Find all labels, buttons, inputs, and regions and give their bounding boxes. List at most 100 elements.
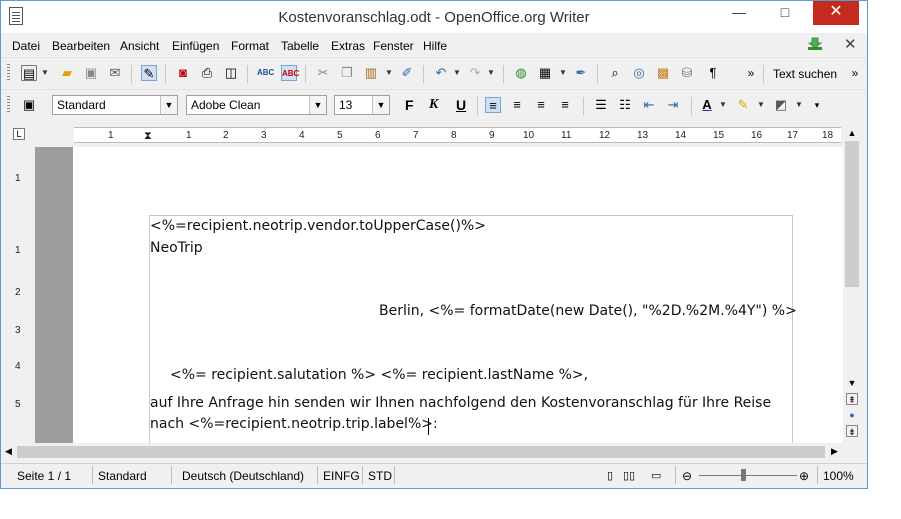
font-color-dropdown-icon[interactable]: ▼ bbox=[719, 97, 727, 113]
menu-extras[interactable]: Extras bbox=[331, 39, 365, 53]
vertical-ruler[interactable]: 1 1 2 3 4 5 bbox=[11, 147, 29, 443]
menu-format[interactable]: Format bbox=[231, 39, 269, 53]
doc-line-vendor-name[interactable]: NeoTrip bbox=[150, 240, 203, 256]
toolbar-overflow-icon[interactable]: » bbox=[743, 65, 759, 81]
close-document-icon[interactable]: ✕ bbox=[844, 35, 857, 53]
undo-dropdown-icon[interactable]: ▼ bbox=[453, 65, 461, 81]
paragraph-style-select[interactable]: Standard ▼ bbox=[52, 95, 178, 115]
previous-page-icon[interactable]: ⇞ bbox=[846, 393, 858, 405]
font-name-select[interactable]: Adobe Clean ▼ bbox=[186, 95, 327, 115]
bullets-icon[interactable]: ☷ bbox=[617, 97, 633, 113]
gallery-icon[interactable]: ▩ bbox=[655, 65, 671, 81]
scroll-right-icon[interactable]: ▶ bbox=[831, 446, 838, 457]
toolbar-grip[interactable] bbox=[7, 96, 10, 114]
print-icon[interactable]: ⎙ bbox=[199, 65, 215, 81]
formatting-marks-icon[interactable]: ¶ bbox=[705, 65, 721, 81]
highlight-icon[interactable]: ✎ bbox=[735, 97, 751, 113]
update-download-icon[interactable] bbox=[807, 37, 823, 51]
italic-button[interactable]: K bbox=[429, 97, 438, 113]
table-dropdown-icon[interactable]: ▼ bbox=[559, 65, 567, 81]
autospellcheck-icon[interactable]: ABC bbox=[281, 65, 299, 81]
increase-indent-icon[interactable]: ⇥ bbox=[665, 97, 681, 113]
highlight-dropdown-icon[interactable]: ▼ bbox=[757, 97, 765, 113]
ruler-indent-marker[interactable]: ⧗ bbox=[144, 130, 152, 143]
paste-icon[interactable]: ▥ bbox=[363, 65, 379, 81]
vertical-scrollbar[interactable]: ▲ ▼ ⇞ ● ⇟ bbox=[843, 123, 861, 443]
redo-dropdown-icon[interactable]: ▼ bbox=[487, 65, 495, 81]
font-color-icon[interactable]: A bbox=[699, 97, 715, 113]
next-page-icon[interactable]: ⇟ bbox=[846, 425, 858, 437]
zoom-level[interactable]: 100% bbox=[823, 469, 854, 483]
spellcheck-icon[interactable]: ABC bbox=[257, 65, 274, 81]
justify-icon[interactable]: ≡ bbox=[557, 97, 573, 113]
paste-dropdown-icon[interactable]: ▼ bbox=[385, 65, 393, 81]
doc-line-salutation[interactable]: <%= recipient.salutation %> <%= recipien… bbox=[170, 367, 588, 383]
horizontal-scroll-thumb[interactable] bbox=[17, 446, 825, 458]
menu-einfuegen[interactable]: Einfügen bbox=[172, 39, 219, 53]
numbering-icon[interactable]: ☰ bbox=[593, 97, 609, 113]
copy-icon[interactable]: ❐ bbox=[339, 65, 355, 81]
table-icon[interactable]: ▦ bbox=[537, 65, 553, 81]
doc-line-vendor-placeholder[interactable]: <%=recipient.neotrip.vendor.toUpperCase(… bbox=[150, 218, 486, 234]
undo-icon[interactable]: ↶ bbox=[433, 65, 449, 81]
email-icon[interactable]: ✉ bbox=[107, 65, 123, 81]
redo-icon[interactable]: ↷ bbox=[467, 65, 483, 81]
book-view-icon[interactable]: ▭ bbox=[651, 469, 661, 482]
open-folder-icon[interactable]: ▰ bbox=[59, 65, 75, 81]
doc-line-body[interactable]: auf Ihre Anfrage hin senden wir Ihnen na… bbox=[150, 395, 771, 411]
menu-tabelle[interactable]: Tabelle bbox=[281, 39, 319, 53]
minimize-button[interactable]: — bbox=[721, 1, 757, 25]
format-paintbrush-icon[interactable]: ✐ bbox=[399, 65, 415, 81]
background-color-dropdown-icon[interactable]: ▼ bbox=[795, 97, 803, 113]
toolbar-overflow-icon[interactable]: ▾ bbox=[809, 97, 825, 113]
bold-button[interactable]: F bbox=[405, 97, 414, 113]
insert-mode[interactable]: EINFG bbox=[323, 469, 360, 483]
chevron-down-icon[interactable]: ▼ bbox=[160, 96, 177, 114]
zoom-out-icon[interactable]: ⊖ bbox=[682, 469, 692, 483]
menu-hilfe[interactable]: Hilfe bbox=[423, 39, 447, 53]
menu-bearbeiten[interactable]: Bearbeiten bbox=[52, 39, 110, 53]
background-color-icon[interactable]: ◩ bbox=[773, 97, 789, 113]
save-icon[interactable]: ▣ bbox=[83, 65, 99, 81]
menu-fenster[interactable]: Fenster bbox=[373, 39, 414, 53]
cut-icon[interactable]: ✂ bbox=[315, 65, 331, 81]
language-indicator[interactable]: Deutsch (Deutschland) bbox=[182, 469, 304, 483]
align-left-icon[interactable]: ≡ bbox=[485, 97, 501, 113]
styles-formatting-icon[interactable]: ▣ bbox=[21, 97, 37, 113]
font-size-select[interactable]: 13 ▼ bbox=[334, 95, 390, 115]
single-page-view-icon[interactable]: ▯ bbox=[607, 469, 613, 482]
vertical-scroll-thumb[interactable] bbox=[845, 141, 859, 287]
underline-button[interactable]: U bbox=[456, 97, 466, 113]
toolbar-grip[interactable] bbox=[7, 64, 10, 82]
new-document-icon[interactable]: ▤ bbox=[21, 65, 37, 81]
align-center-icon[interactable]: ≡ bbox=[509, 97, 525, 113]
find-replace-icon[interactable]: ⌕ bbox=[607, 65, 623, 81]
chevron-down-icon[interactable]: ▼ bbox=[372, 96, 389, 114]
scroll-up-icon[interactable]: ▲ bbox=[846, 127, 858, 139]
zoom-in-icon[interactable]: ⊕ bbox=[799, 469, 809, 483]
doc-line-trip[interactable]: nach <%=recipient.neotrip.trip.label%>: bbox=[150, 416, 438, 432]
export-pdf-icon[interactable]: ◙ bbox=[175, 65, 191, 81]
draw-functions-icon[interactable]: ✒ bbox=[573, 65, 589, 81]
menu-ansicht[interactable]: Ansicht bbox=[120, 39, 159, 53]
maximize-button[interactable]: □ bbox=[767, 1, 803, 25]
find-text-label[interactable]: Text suchen bbox=[773, 67, 837, 81]
align-right-icon[interactable]: ≡ bbox=[533, 97, 549, 113]
doc-line-date[interactable]: Berlin, <%= formatDate(new Date(), "%2D.… bbox=[379, 303, 797, 319]
close-button[interactable]: ✕ bbox=[813, 1, 859, 25]
scroll-left-icon[interactable]: ◀ bbox=[5, 446, 12, 457]
page-preview-icon[interactable]: ◫ bbox=[223, 65, 239, 81]
selection-mode[interactable]: STD bbox=[368, 469, 392, 483]
scroll-down-icon[interactable]: ▼ bbox=[846, 377, 858, 389]
hyperlink-icon[interactable]: ◍ bbox=[513, 65, 529, 81]
zoom-slider[interactable] bbox=[699, 475, 797, 476]
menu-datei[interactable]: Datei bbox=[12, 39, 40, 53]
page-style[interactable]: Standard bbox=[98, 469, 147, 483]
horizontal-ruler[interactable]: 1 ⧗ 1 2 3 4 5 6 7 8 9 10 11 12 13 14 15 … bbox=[74, 127, 841, 143]
chevron-down-icon[interactable]: ▼ bbox=[309, 96, 326, 114]
zoom-slider-thumb[interactable] bbox=[741, 469, 747, 481]
page-indicator[interactable]: Seite 1 / 1 bbox=[17, 469, 71, 483]
horizontal-scrollbar[interactable]: ◀ ▶ bbox=[1, 443, 843, 461]
decrease-indent-icon[interactable]: ⇤ bbox=[641, 97, 657, 113]
find-overflow-icon[interactable]: » bbox=[847, 65, 863, 81]
